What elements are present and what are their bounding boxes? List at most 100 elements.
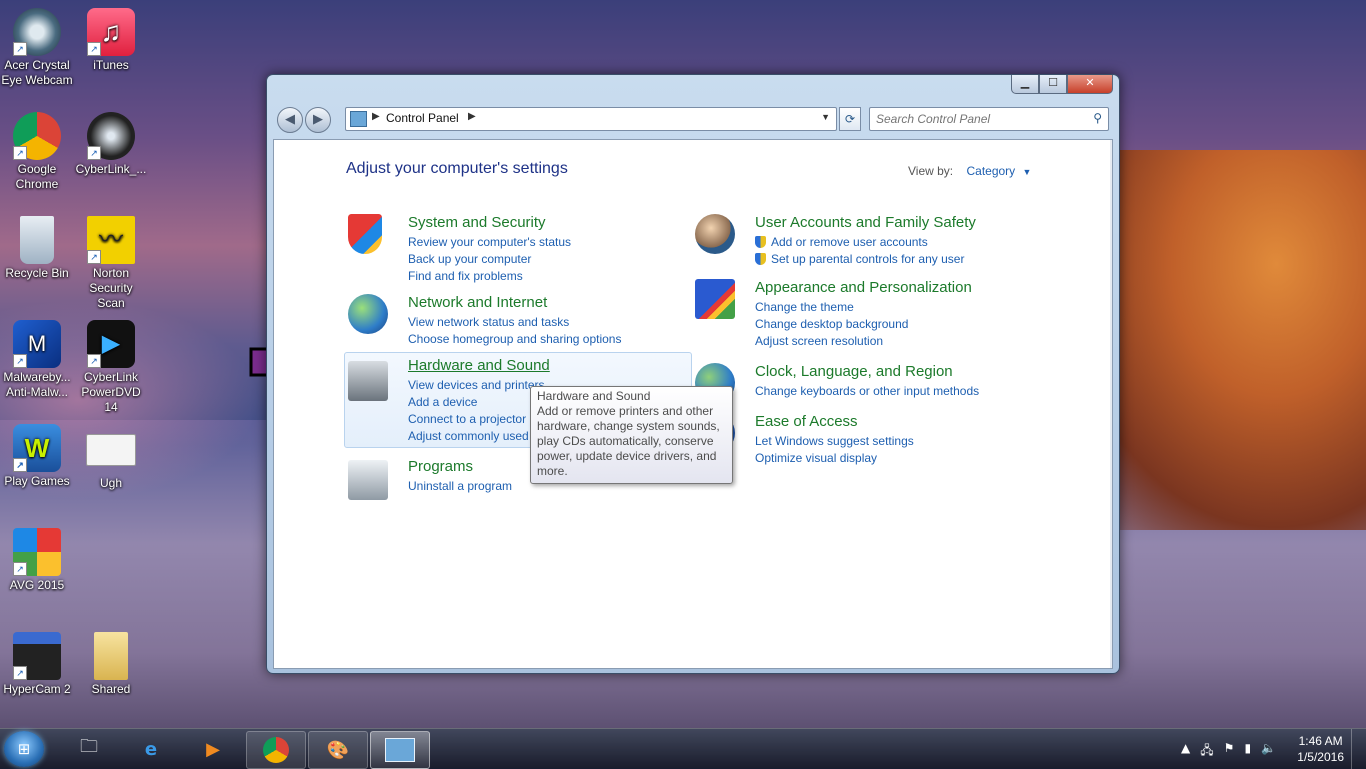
maximize-button[interactable]: ☐: [1039, 75, 1067, 94]
view-by-label: View by:: [908, 164, 954, 178]
chevron-down-icon[interactable]: ▼: [1023, 167, 1032, 177]
category-title[interactable]: Clock, Language, and Region: [755, 363, 953, 380]
chevron-down-icon[interactable]: ▼: [821, 112, 830, 122]
category-link[interactable]: Set up parental controls for any user: [755, 251, 964, 268]
show-hidden-icons-icon[interactable]: ▲: [1181, 741, 1190, 762]
desktop-icon-powerdvd[interactable]: ▶ ↗ CyberLink PowerDVD 14: [74, 320, 148, 415]
desktop-icon-label: Ugh: [99, 476, 122, 490]
category-link[interactable]: Choose homegroup and sharing options: [408, 331, 621, 348]
taskbar-chrome[interactable]: [246, 731, 306, 769]
clock[interactable]: 1:46 AM 1/5/2016: [1297, 733, 1344, 765]
shortcut-arrow-icon: ↗: [13, 42, 27, 56]
programs-icon: [348, 460, 388, 500]
shortcut-arrow-icon: ↗: [87, 42, 101, 56]
category-link[interactable]: Uninstall a program: [408, 478, 512, 495]
desktop-icon-malwarebytes[interactable]: M ↗ Malwareby... Anti-Malw...: [0, 320, 74, 400]
category-link[interactable]: Change desktop background: [755, 316, 908, 333]
desktop-icon-label: Norton Security Scan: [89, 266, 133, 310]
category-title[interactable]: System and Security: [408, 214, 546, 231]
desktop-icon-hypercam[interactable]: ↗ HyperCam 2: [0, 632, 74, 697]
close-button[interactable]: ✕: [1067, 75, 1113, 94]
desktop-icon-label: CyberLink PowerDVD 14: [81, 370, 141, 414]
taskbar-media-player[interactable]: ▶: [184, 731, 242, 767]
category-title[interactable]: User Accounts and Family Safety: [755, 214, 976, 231]
search-icon[interactable]: ⚲: [1093, 111, 1102, 125]
desktop-icon-avg[interactable]: ↗ AVG 2015: [0, 528, 74, 593]
category-link[interactable]: Connect to a projector: [408, 411, 545, 428]
desktop-icon-label: Acer Crystal Eye Webcam: [1, 58, 73, 87]
start-button[interactable]: ⊞: [4, 731, 44, 767]
category-title[interactable]: Network and Internet: [408, 294, 547, 311]
view-by-dropdown[interactable]: Category: [966, 164, 1015, 178]
shortcut-arrow-icon: ↗: [87, 354, 101, 368]
desktop-icon-norton[interactable]: 〰 ↗ Norton Security Scan: [74, 216, 148, 311]
category-link[interactable]: Add a device: [408, 394, 545, 411]
battery-icon[interactable]: ▮: [1244, 741, 1251, 762]
search-input[interactable]: [870, 109, 1086, 129]
chrome-icon: [263, 737, 289, 763]
category-link[interactable]: View devices and printers: [408, 377, 545, 394]
media-player-icon: ▶: [206, 738, 220, 760]
shortcut-arrow-icon: ↗: [13, 354, 27, 368]
address-bar[interactable]: ▶ Control Panel ▶ ▼: [345, 107, 837, 131]
category-link[interactable]: Adjust screen resolution: [755, 333, 908, 350]
desktop-icon-acer-webcam[interactable]: ↗ Acer Crystal Eye Webcam: [0, 8, 74, 88]
cyberlink-icon: ↗: [87, 112, 135, 160]
refresh-button[interactable]: ⟳: [839, 107, 861, 131]
desktop-icon-shared[interactable]: Shared: [74, 632, 148, 697]
taskbar-explorer[interactable]: 🗀: [60, 731, 118, 767]
show-desktop-button[interactable]: [1351, 729, 1366, 769]
category-title[interactable]: Appearance and Personalization: [755, 279, 972, 296]
control-panel-icon: [385, 738, 415, 762]
shortcut-arrow-icon: ↗: [13, 458, 27, 472]
desktop-icon-recycle-bin[interactable]: Recycle Bin: [0, 216, 74, 281]
category-system-security: System and Security Review your computer…: [348, 214, 668, 284]
taskbar-paint[interactable]: 🎨: [308, 731, 368, 769]
monitor-paint-icon: [695, 279, 735, 319]
back-button[interactable]: ◀: [277, 107, 303, 133]
breadcrumb-control-panel[interactable]: Control Panel: [386, 111, 459, 125]
itunes-icon: ♫ ↗: [87, 8, 135, 56]
uac-shield-icon: [755, 236, 766, 248]
category-link[interactable]: Change keyboards or other input methods: [755, 383, 979, 400]
category-link[interactable]: Optimize visual display: [755, 450, 914, 467]
volume-icon[interactable]: 🔈: [1261, 741, 1276, 762]
action-center-flag-icon[interactable]: ⚑: [1224, 741, 1235, 762]
forward-button[interactable]: ▶: [305, 107, 331, 133]
desktop-icon-chrome[interactable]: ↗ Google Chrome: [0, 112, 74, 192]
desktop-icon-play-games[interactable]: W ↗ Play Games: [0, 424, 74, 489]
category-link[interactable]: View network status and tasks: [408, 314, 621, 331]
shortcut-arrow-icon: ↗: [87, 250, 101, 264]
avg-icon: ↗: [13, 528, 61, 576]
minimize-button[interactable]: ▁: [1011, 75, 1039, 94]
category-link[interactable]: Find and fix problems: [408, 268, 571, 285]
category-link[interactable]: Add or remove user accounts: [755, 234, 964, 251]
category-link[interactable]: Review your computer's status: [408, 234, 571, 251]
category-appearance: Appearance and Personalization Change th…: [695, 279, 995, 349]
network-icon[interactable]: 🖧: [1200, 741, 1213, 762]
taskbar-control-panel[interactable]: [370, 731, 430, 769]
category-title[interactable]: Hardware and Sound: [408, 357, 550, 374]
desktop-icon-cyberlink[interactable]: ↗ CyberLink_...: [74, 112, 148, 177]
desktop-icon-ugh[interactable]: Ugh: [74, 424, 148, 491]
breadcrumb-arrow-icon[interactable]: ▶: [468, 111, 476, 122]
printer-speaker-icon: [348, 361, 388, 401]
paint-icon: 🎨: [326, 739, 350, 761]
internet-explorer-icon: e: [144, 738, 158, 760]
desktop-icon-label: Recycle Bin: [5, 266, 69, 280]
search-box[interactable]: ⚲: [869, 107, 1109, 131]
chrome-icon: ↗: [13, 112, 61, 160]
shortcut-arrow-icon: ↗: [87, 146, 101, 160]
category-title[interactable]: Programs: [408, 458, 473, 475]
desktop-icon-itunes[interactable]: ♫ ↗ iTunes: [74, 8, 148, 73]
category-link[interactable]: Back up your computer: [408, 251, 571, 268]
desktop-icon-label: Malwareby... Anti-Malw...: [3, 370, 71, 399]
breadcrumb-arrow-icon[interactable]: ▶: [372, 111, 380, 122]
desktop-icon-label: HyperCam 2: [3, 682, 71, 696]
system-tray: ▲ 🖧 ⚑ ▮ 🔈: [1181, 741, 1276, 762]
category-link[interactable]: Adjust commonly used: [408, 428, 545, 445]
category-link[interactable]: Let Windows suggest settings: [755, 433, 914, 450]
taskbar-internet-explorer[interactable]: e: [122, 731, 180, 767]
category-title[interactable]: Ease of Access: [755, 413, 858, 430]
category-link[interactable]: Change the theme: [755, 299, 908, 316]
